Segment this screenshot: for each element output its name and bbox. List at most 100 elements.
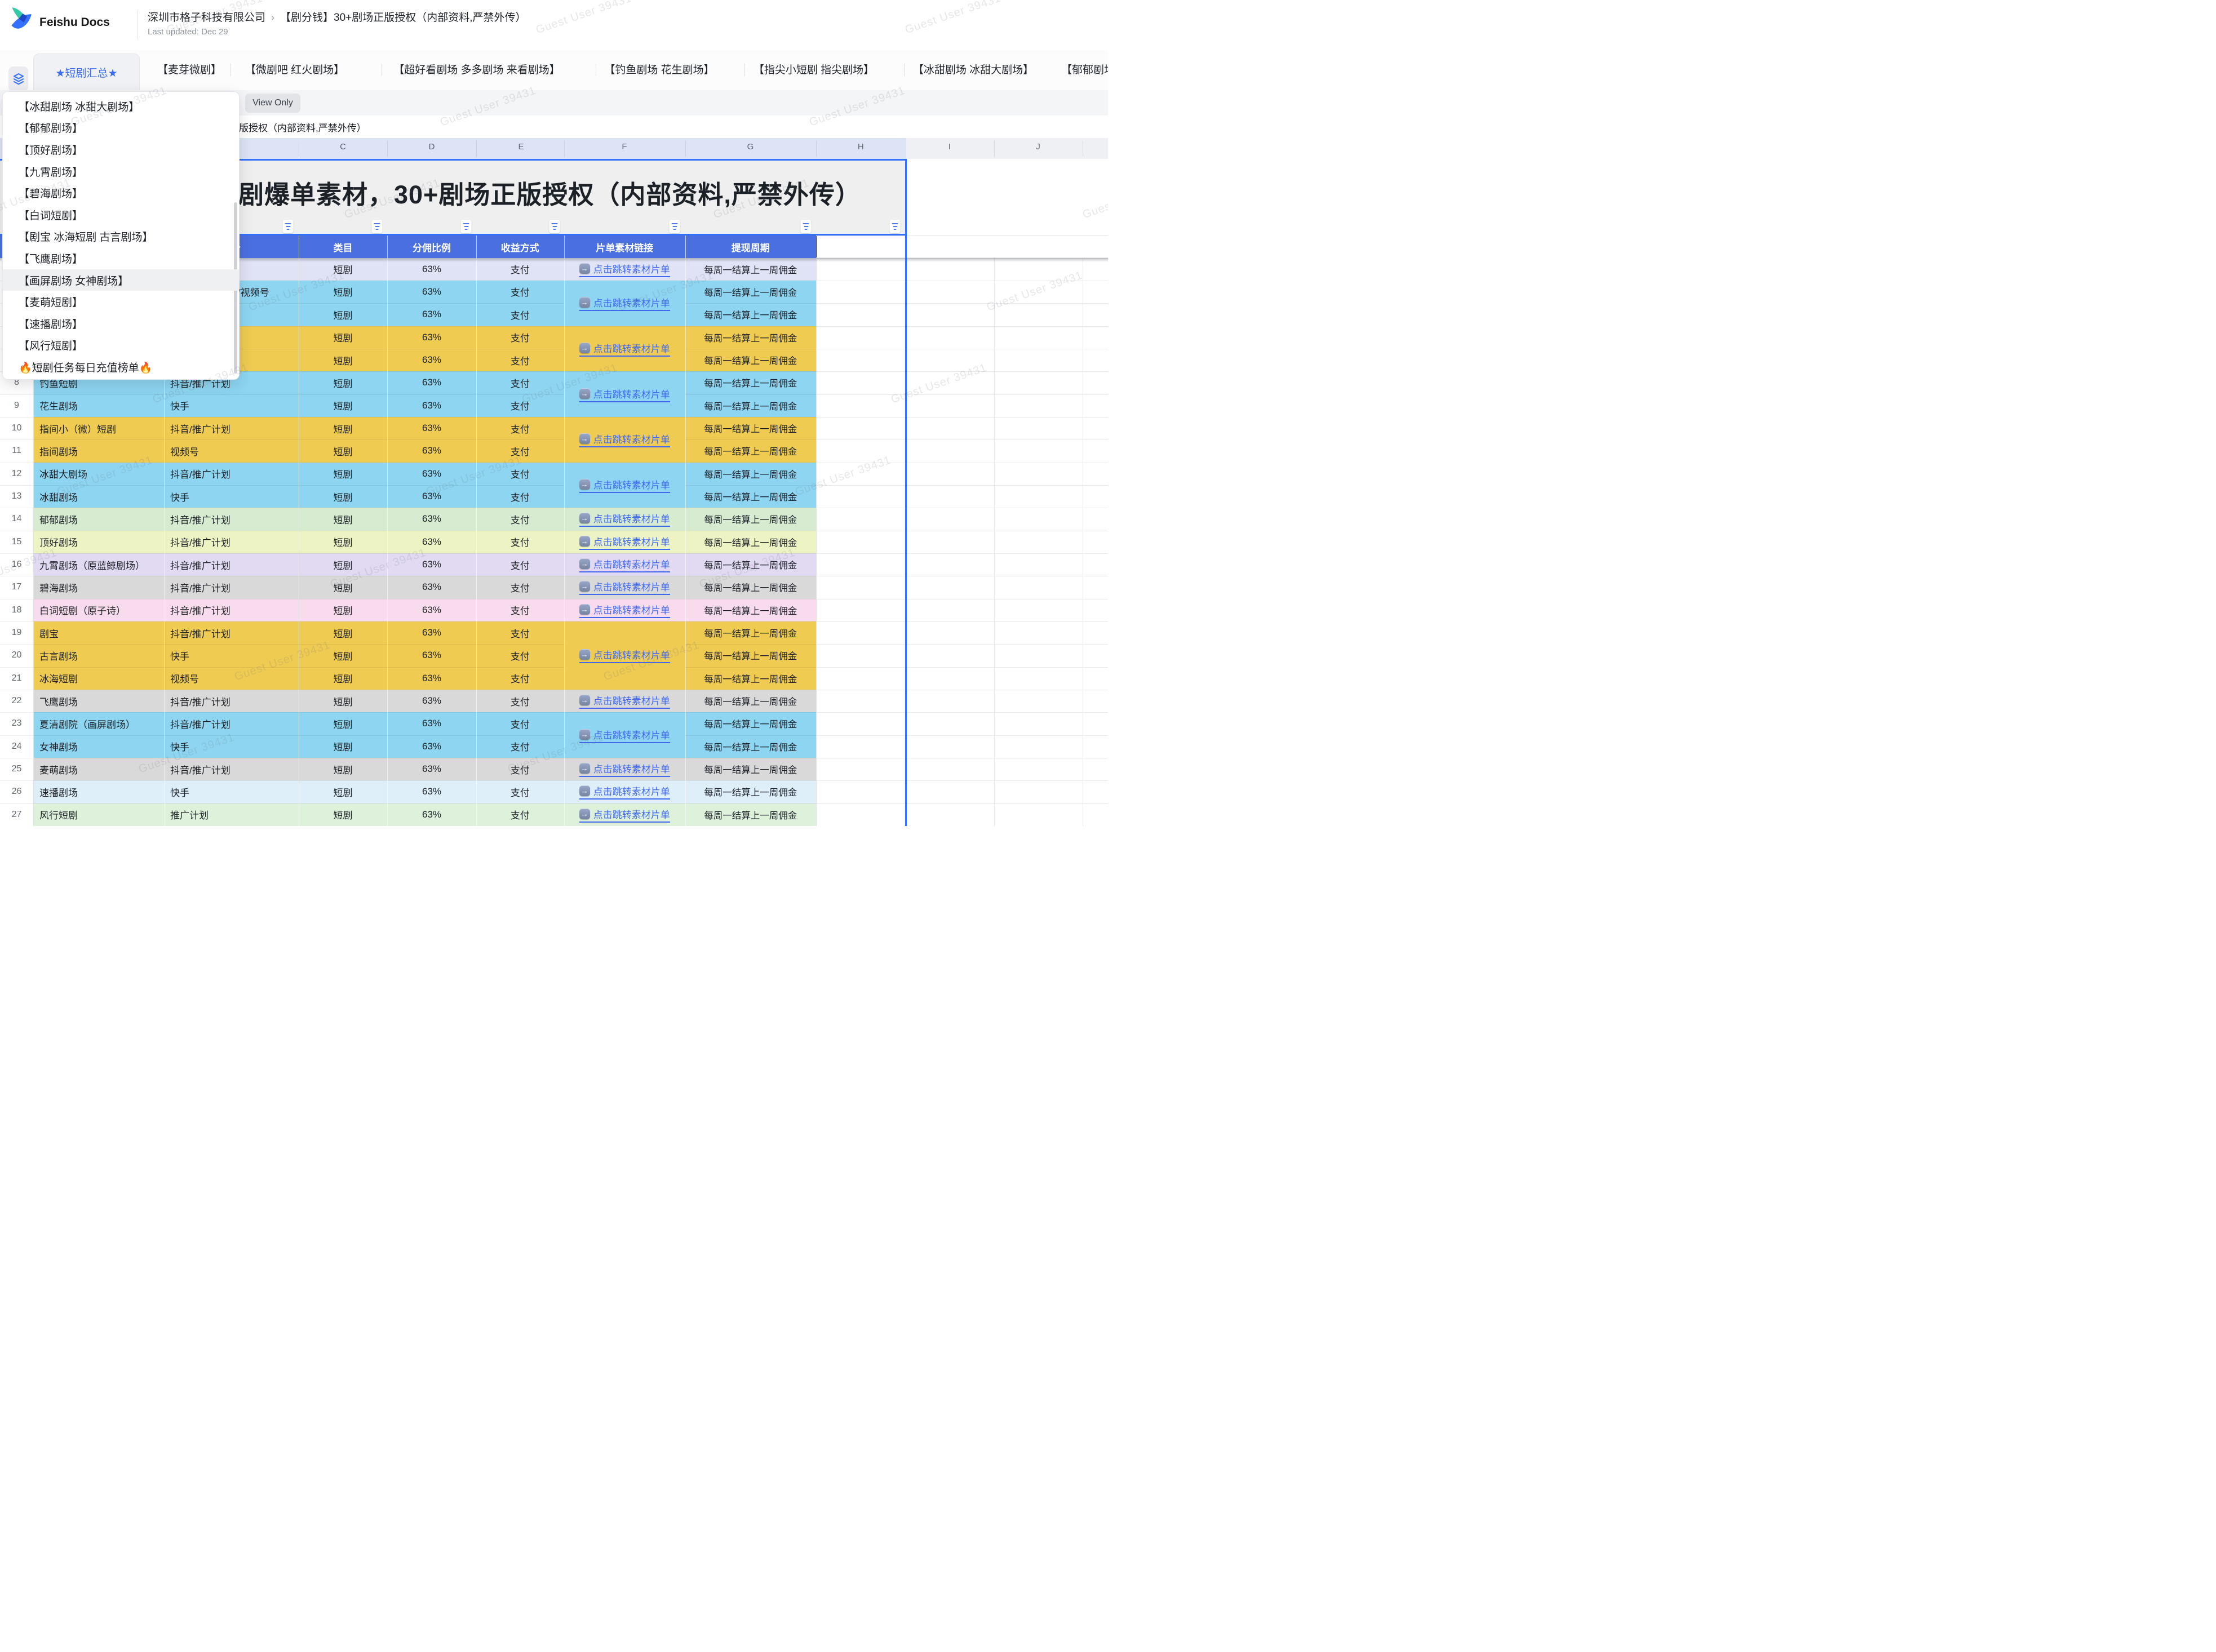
cycle-cell[interactable]: 每周一结算上一周佣金 bbox=[685, 326, 816, 349]
income-cell[interactable]: 支付 bbox=[476, 281, 564, 303]
material-link[interactable]: →点击跳转素材片单 bbox=[579, 534, 670, 550]
filter-icon[interactable] bbox=[461, 220, 472, 233]
category-cell[interactable]: 短剧 bbox=[299, 758, 387, 780]
theater-name-cell[interactable]: 冰甜大剧场 bbox=[33, 463, 164, 485]
cycle-cell[interactable]: 每周一结算上一周佣金 bbox=[685, 553, 816, 576]
platform-cell[interactable]: 抖音/推广计划 bbox=[164, 758, 299, 780]
theater-name-cell[interactable]: 冰甜剧场 bbox=[33, 485, 164, 508]
cycle-cell[interactable]: 每周一结算上一周佣金 bbox=[685, 349, 816, 371]
category-cell[interactable]: 短剧 bbox=[299, 553, 387, 576]
column-letter-H[interactable]: H bbox=[858, 142, 864, 152]
empty-cells[interactable] bbox=[816, 621, 1109, 644]
ratio-cell[interactable]: 63% bbox=[387, 485, 476, 508]
platform-cell[interactable]: 抖音/推广计划 bbox=[164, 553, 299, 576]
cycle-cell[interactable]: 每周一结算上一周佣金 bbox=[685, 712, 816, 735]
category-cell[interactable]: 短剧 bbox=[299, 281, 387, 303]
row-number-cell[interactable]: 12 bbox=[0, 463, 33, 485]
income-cell[interactable]: 支付 bbox=[476, 644, 564, 667]
ratio-cell[interactable]: 63% bbox=[387, 690, 476, 712]
row-number-cell[interactable]: 23 bbox=[0, 712, 33, 735]
dropdown-item-6[interactable]: 【白词短剧】 bbox=[3, 204, 239, 226]
platform-cell[interactable]: 抖音/推广计划 bbox=[164, 621, 299, 644]
income-cell[interactable]: 支付 bbox=[476, 508, 564, 530]
ratio-cell[interactable]: 63% bbox=[387, 780, 476, 803]
category-cell[interactable]: 短剧 bbox=[299, 463, 387, 485]
platform-cell[interactable]: 快手 bbox=[164, 485, 299, 508]
ratio-cell[interactable]: 63% bbox=[387, 644, 476, 667]
platform-cell[interactable]: 抖音/推广计划 bbox=[164, 531, 299, 553]
income-cell[interactable]: 支付 bbox=[476, 439, 564, 462]
theater-name-cell[interactable]: 麦萌剧场 bbox=[33, 758, 164, 780]
income-cell[interactable]: 支付 bbox=[476, 576, 564, 598]
dropdown-item-12[interactable]: 【风行短剧】 bbox=[3, 335, 239, 357]
income-cell[interactable]: 支付 bbox=[476, 712, 564, 735]
material-link[interactable]: →点击跳转素材片单 bbox=[579, 579, 670, 595]
row-number-cell[interactable]: 19 bbox=[0, 621, 33, 644]
dropdown-item-4[interactable]: 【九霄剧场】 bbox=[3, 161, 239, 183]
ratio-cell[interactable]: 63% bbox=[387, 281, 476, 303]
dropdown-item-1[interactable]: 【冰甜剧场 冰甜大剧场】 bbox=[3, 95, 239, 117]
income-cell[interactable]: 支付 bbox=[476, 690, 564, 712]
filter-icon[interactable] bbox=[549, 220, 560, 233]
header-material[interactable]: 片单素材链接 bbox=[596, 240, 653, 254]
cycle-cell[interactable]: 每周一结算上一周佣金 bbox=[685, 735, 816, 758]
income-cell[interactable]: 支付 bbox=[476, 599, 564, 621]
theater-name-cell[interactable]: 夏清剧院（画屏剧场） bbox=[33, 712, 164, 735]
empty-cells[interactable] bbox=[816, 735, 1109, 758]
ratio-cell[interactable]: 63% bbox=[387, 371, 476, 394]
category-cell[interactable]: 短剧 bbox=[299, 667, 387, 690]
income-cell[interactable]: 支付 bbox=[476, 735, 564, 758]
column-letter-I[interactable]: I bbox=[949, 142, 951, 152]
category-cell[interactable]: 短剧 bbox=[299, 803, 387, 826]
platform-cell[interactable]: 抖音/推广计划 bbox=[164, 599, 299, 621]
category-cell[interactable]: 短剧 bbox=[299, 621, 387, 644]
empty-cells[interactable] bbox=[816, 667, 1109, 690]
empty-cells[interactable] bbox=[816, 531, 1109, 553]
row-number-cell[interactable]: 10 bbox=[0, 417, 33, 439]
empty-cells[interactable] bbox=[816, 758, 1109, 780]
cycle-cell[interactable]: 每周一结算上一周佣金 bbox=[685, 508, 816, 530]
category-cell[interactable]: 短剧 bbox=[299, 780, 387, 803]
income-cell[interactable]: 支付 bbox=[476, 780, 564, 803]
category-cell[interactable]: 短剧 bbox=[299, 417, 387, 439]
theater-name-cell[interactable]: 飞鹰剧场 bbox=[33, 690, 164, 712]
cycle-cell[interactable]: 每周一结算上一周佣金 bbox=[685, 485, 816, 508]
cycle-cell[interactable]: 每周一结算上一周佣金 bbox=[685, 463, 816, 485]
ratio-cell[interactable]: 63% bbox=[387, 803, 476, 826]
header-category[interactable]: 类目 bbox=[334, 240, 353, 254]
category-cell[interactable]: 短剧 bbox=[299, 439, 387, 462]
cycle-cell[interactable]: 每周一结算上一周佣金 bbox=[685, 281, 816, 303]
ratio-cell[interactable]: 63% bbox=[387, 463, 476, 485]
ratio-cell[interactable]: 63% bbox=[387, 758, 476, 780]
ratio-cell[interactable]: 63% bbox=[387, 303, 476, 326]
row-number-cell[interactable]: 25 bbox=[0, 758, 33, 780]
column-letter-F[interactable]: F bbox=[622, 142, 627, 152]
category-cell[interactable]: 短剧 bbox=[299, 712, 387, 735]
dropdown-item-10[interactable]: 【麦萌短剧】 bbox=[3, 291, 239, 313]
cycle-cell[interactable]: 每周一结算上一周佣金 bbox=[685, 394, 816, 417]
material-link[interactable]: →点击跳转素材片单 bbox=[579, 693, 670, 709]
theater-name-cell[interactable]: 古言剧场 bbox=[33, 644, 164, 667]
filter-icon[interactable] bbox=[283, 220, 294, 233]
row-number-cell[interactable]: 22 bbox=[0, 690, 33, 712]
row-number-cell[interactable]: 11 bbox=[0, 439, 33, 462]
empty-cells[interactable] bbox=[816, 463, 1109, 485]
platform-cell[interactable]: 抖音/推广计划 bbox=[164, 463, 299, 485]
dropdown-item-3[interactable]: 【顶好剧场】 bbox=[3, 139, 239, 161]
cycle-cell[interactable]: 每周一结算上一周佣金 bbox=[685, 371, 816, 394]
income-cell[interactable]: 支付 bbox=[476, 349, 564, 371]
theater-name-cell[interactable]: 冰海短剧 bbox=[33, 667, 164, 690]
breadcrumb-org[interactable]: 深圳市格子科技有限公司 bbox=[148, 12, 265, 24]
dropdown-item-8[interactable]: 【飞鹰剧场】 bbox=[3, 247, 239, 269]
platform-cell[interactable]: 抖音/推广计划 bbox=[164, 690, 299, 712]
header-ratio[interactable]: 分佣比例 bbox=[413, 240, 451, 254]
sheet-list-button[interactable] bbox=[8, 66, 28, 91]
dropdown-item-5[interactable]: 【碧海剧场】 bbox=[3, 182, 239, 204]
empty-cells[interactable] bbox=[816, 349, 1109, 371]
filter-icon[interactable] bbox=[890, 220, 901, 233]
ratio-cell[interactable]: 63% bbox=[387, 326, 476, 349]
cycle-cell[interactable]: 每周一结算上一周佣金 bbox=[685, 690, 816, 712]
ratio-cell[interactable]: 63% bbox=[387, 394, 476, 417]
cycle-cell[interactable]: 每周一结算上一周佣金 bbox=[685, 576, 816, 598]
platform-cell[interactable]: 快手 bbox=[164, 394, 299, 417]
